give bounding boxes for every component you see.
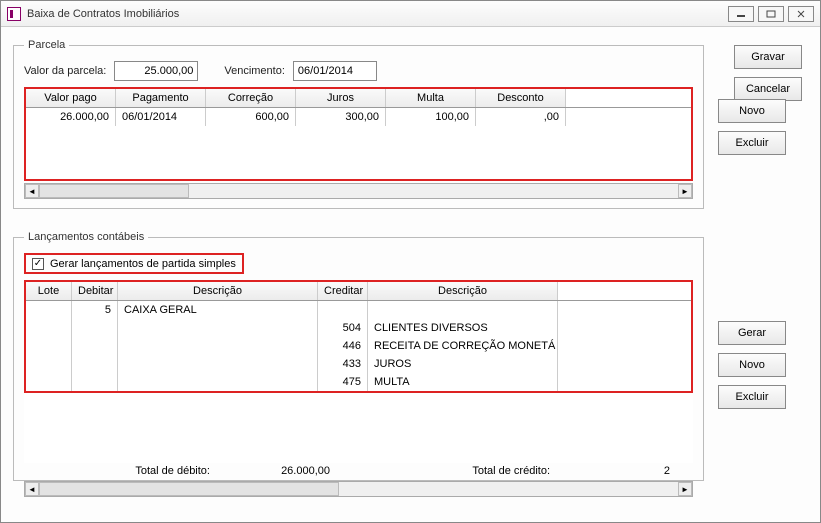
- cell-lote[interactable]: [26, 373, 72, 391]
- checkbox-icon: ✓: [32, 258, 44, 270]
- col-desconto[interactable]: Desconto: [476, 89, 566, 107]
- col-creditar[interactable]: Creditar: [318, 282, 368, 300]
- cell-creditar[interactable]: 475: [318, 373, 368, 391]
- cell-desc-deb[interactable]: [118, 337, 318, 355]
- parcela-legend: Parcela: [24, 39, 69, 51]
- app-icon: [7, 7, 21, 21]
- cell-debitar[interactable]: 5: [72, 301, 118, 319]
- lanc-grid-row[interactable]: 5CAIXA GERAL: [26, 301, 691, 319]
- cell-lote[interactable]: [26, 301, 72, 319]
- valor-parcela-label: Valor da parcela:: [24, 65, 106, 77]
- cell-lote[interactable]: [26, 337, 72, 355]
- cell-desc-cred[interactable]: RECEITA DE CORREÇÃO MONETÁ: [368, 337, 558, 355]
- cell-desc-deb[interactable]: [118, 355, 318, 373]
- cell-desconto[interactable]: ,00: [476, 108, 566, 126]
- cell-lote[interactable]: [26, 355, 72, 373]
- window-title: Baixa de Contratos Imobiliários: [27, 8, 728, 20]
- scroll-thumb[interactable]: [39, 482, 339, 496]
- cell-valor-pago[interactable]: 26.000,00: [26, 108, 116, 126]
- cell-creditar[interactable]: 446: [318, 337, 368, 355]
- cell-desc-cred[interactable]: CLIENTES DIVERSOS: [368, 319, 558, 337]
- vencimento-label: Vencimento:: [224, 65, 285, 77]
- col-pagamento[interactable]: Pagamento: [116, 89, 206, 107]
- col-juros[interactable]: Juros: [296, 89, 386, 107]
- col-descricao-cred[interactable]: Descrição: [368, 282, 558, 300]
- minimize-button[interactable]: [728, 6, 754, 22]
- scroll-left-icon[interactable]: ◄: [25, 184, 39, 198]
- lanc-excluir-button[interactable]: Excluir: [718, 385, 786, 409]
- cell-pagamento[interactable]: 06/01/2014: [116, 108, 206, 126]
- cell-desc-cred[interactable]: [368, 301, 558, 319]
- scroll-right-icon[interactable]: ►: [678, 184, 692, 198]
- lancamentos-legend: Lançamentos contábeis: [24, 231, 148, 243]
- col-lote[interactable]: Lote: [26, 282, 72, 300]
- cell-lote[interactable]: [26, 319, 72, 337]
- total-credito-value: 2: [550, 465, 670, 477]
- col-descricao-deb[interactable]: Descrição: [118, 282, 318, 300]
- parcela-group: Parcela Valor da parcela: 25.000,00 Venc…: [13, 39, 704, 209]
- total-debito-value: 26.000,00: [210, 465, 330, 477]
- lanc-gerar-button[interactable]: Gerar: [718, 321, 786, 345]
- cell-multa[interactable]: 100,00: [386, 108, 476, 126]
- lanc-grid-row[interactable]: 475MULTA: [26, 373, 691, 391]
- col-debitar[interactable]: Debitar: [72, 282, 118, 300]
- cell-desc-cred[interactable]: MULTA: [368, 373, 558, 391]
- cell-debitar[interactable]: [72, 355, 118, 373]
- scroll-thumb[interactable]: [39, 184, 189, 198]
- vencimento-field[interactable]: 06/01/2014: [293, 61, 377, 81]
- lancamentos-totals: Total de débito: 26.000,00 Total de créd…: [24, 463, 693, 479]
- total-debito-label: Total de débito:: [30, 465, 210, 477]
- lancamentos-group: Lançamentos contábeis ✓ Gerar lançamento…: [13, 231, 704, 481]
- lanc-grid-row[interactable]: 504CLIENTES DIVERSOS: [26, 319, 691, 337]
- parcela-excluir-button[interactable]: Excluir: [718, 131, 786, 155]
- parcela-novo-button[interactable]: Novo: [718, 99, 786, 123]
- checkbox-label: Gerar lançamentos de partida simples: [50, 258, 236, 270]
- scroll-right-icon[interactable]: ►: [678, 482, 692, 496]
- parcela-grid-row[interactable]: 26.000,00 06/01/2014 600,00 300,00 100,0…: [26, 108, 691, 126]
- lanc-novo-button[interactable]: Novo: [718, 353, 786, 377]
- cell-creditar[interactable]: [318, 301, 368, 319]
- valor-parcela-field[interactable]: 25.000,00: [114, 61, 198, 81]
- lanc-hscroll[interactable]: ◄ ►: [24, 481, 693, 497]
- cell-creditar[interactable]: 433: [318, 355, 368, 373]
- maximize-button[interactable]: [758, 6, 784, 22]
- cell-debitar[interactable]: [72, 373, 118, 391]
- lanc-grid-row[interactable]: 433JUROS: [26, 355, 691, 373]
- col-multa[interactable]: Multa: [386, 89, 476, 107]
- cell-debitar[interactable]: [72, 337, 118, 355]
- cell-creditar[interactable]: 504: [318, 319, 368, 337]
- col-valor-pago[interactable]: Valor pago: [26, 89, 116, 107]
- cell-correcao[interactable]: 600,00: [206, 108, 296, 126]
- parcela-hscroll[interactable]: ◄ ►: [24, 183, 693, 199]
- lancamentos-lower: [24, 393, 693, 463]
- gerar-partida-checkbox[interactable]: ✓ Gerar lançamentos de partida simples: [32, 258, 236, 270]
- titlebar: Baixa de Contratos Imobiliários: [1, 1, 820, 27]
- cell-desc-deb[interactable]: [118, 319, 318, 337]
- cell-desc-cred[interactable]: JUROS: [368, 355, 558, 373]
- col-correcao[interactable]: Correção: [206, 89, 296, 107]
- parcela-grid: Valor pago Pagamento Correção Juros Mult…: [24, 87, 693, 181]
- cell-juros[interactable]: 300,00: [296, 108, 386, 126]
- cell-desc-deb[interactable]: CAIXA GERAL: [118, 301, 318, 319]
- lancamentos-grid: Lote Debitar Descrição Creditar Descriçã…: [24, 280, 693, 393]
- window-buttons: [728, 6, 814, 22]
- total-credito-label: Total de crédito:: [370, 465, 550, 477]
- check-highlight: ✓ Gerar lançamentos de partida simples: [24, 253, 244, 274]
- cell-debitar[interactable]: [72, 319, 118, 337]
- cell-desc-deb[interactable]: [118, 373, 318, 391]
- lanc-grid-row[interactable]: 446RECEITA DE CORREÇÃO MONETÁ: [26, 337, 691, 355]
- scroll-left-icon[interactable]: ◄: [25, 482, 39, 496]
- close-button[interactable]: [788, 6, 814, 22]
